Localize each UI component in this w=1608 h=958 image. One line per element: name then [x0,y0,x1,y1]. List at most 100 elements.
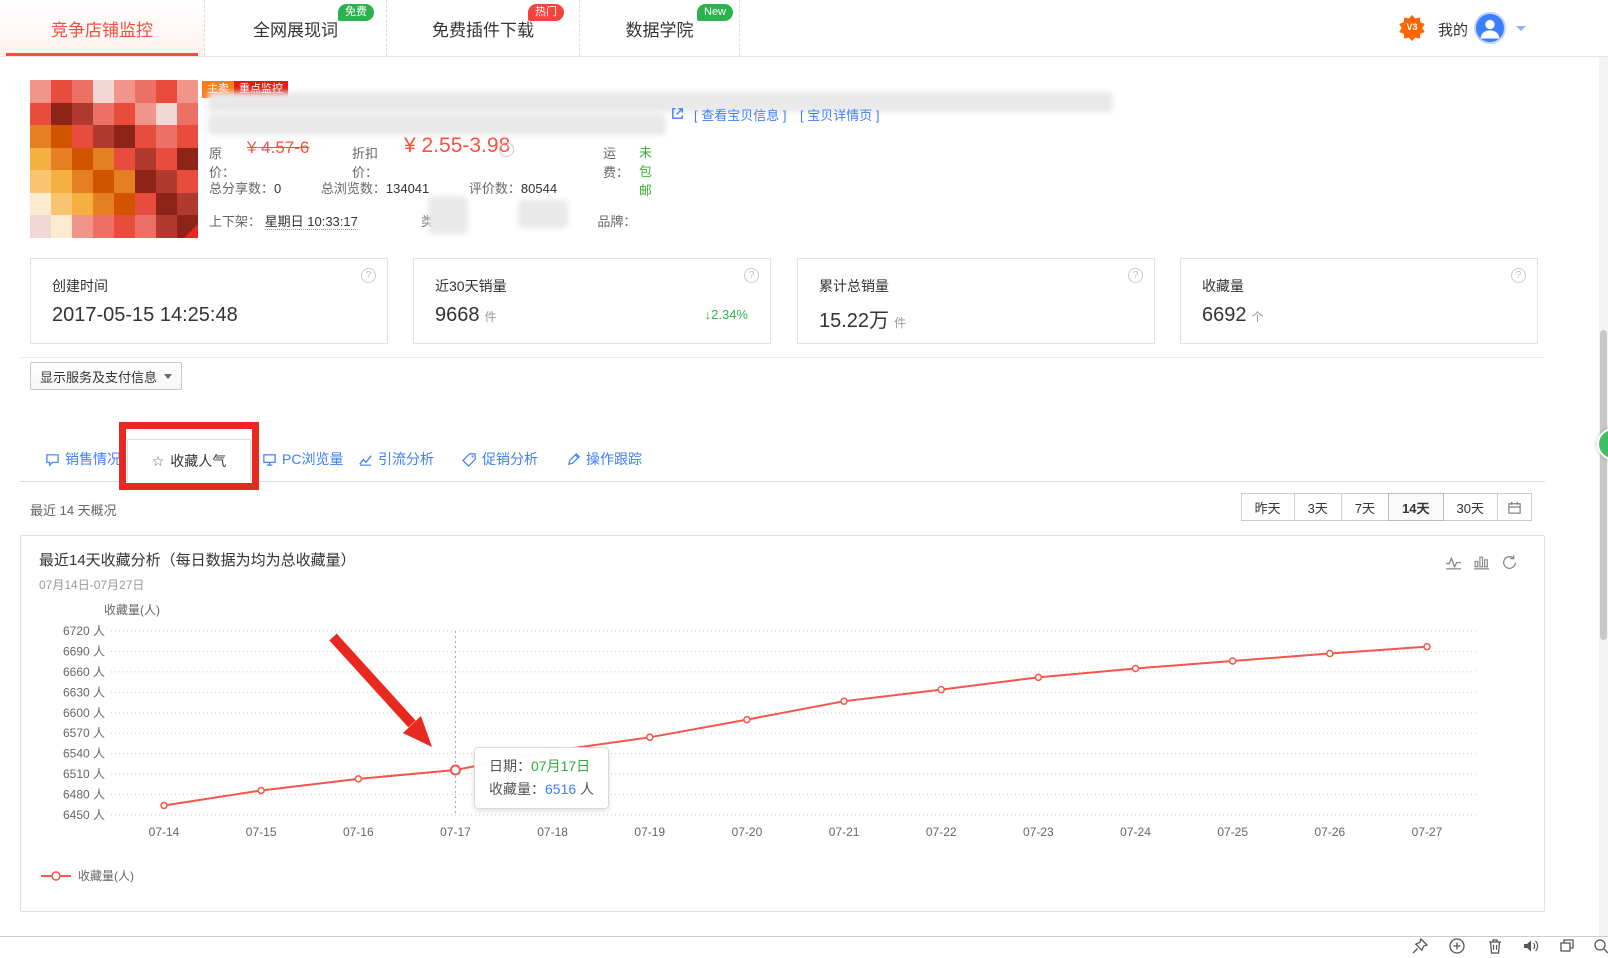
tab-favorite-popularity[interactable]: ☆ 收藏人气 [127,439,251,482]
nav-tab-label: 免费插件下载 [432,20,534,40]
user-avatar[interactable] [1474,12,1506,44]
search-icon[interactable] [1592,937,1608,955]
card-value: 15.22万 [819,310,890,332]
card-title: 近30天销量 [435,278,507,294]
card-title: 累计总销量 [819,278,889,294]
view-count-value: 134041 [385,181,430,196]
range-3day[interactable]: 3天 [1293,493,1342,521]
view-item-info-link[interactable]: [ 查看宝贝信息 ] [694,105,786,124]
external-link-icon[interactable] [670,106,685,126]
nav-tab-label: 全网展现词 [253,20,338,40]
date-range-group: 昨天 3天 7天 14天 30天 [1240,493,1532,521]
blurred-brand-value [518,200,568,228]
chart-tooltip: 日期：07月17日 收藏量：6516 人 [474,747,610,809]
share-count-label: 总分享数： [209,181,275,196]
svg-text:6510 人: 6510 人 [63,767,105,781]
vip-level-text: V3 [1406,22,1418,32]
svg-text:07-16: 07-16 [343,825,374,839]
product-stats-row: 总分享数：0 总浏览数：134041 评价数：80544 [209,178,557,197]
annotate-icon[interactable] [1448,937,1466,955]
shelf-row: 上下架： 星期日 10:33:17 类目： 品牌： [209,211,636,230]
brand-label: 品牌： [597,214,637,229]
svg-text:07-14: 07-14 [149,825,180,839]
svg-text:6690 人: 6690 人 [63,644,105,658]
tab-traffic-analysis[interactable]: 引流分析 [358,449,434,469]
star-icon: ☆ [151,452,165,469]
range-30day[interactable]: 30天 [1442,493,1498,521]
tab-label: 收藏人气 [170,453,227,469]
svg-text:6600 人: 6600 人 [63,706,105,720]
discount-price-label: 折扣价： [352,146,379,180]
review-count-value: 80544 [520,181,558,196]
my-account-link[interactable]: 我的 [1438,19,1468,40]
nav-tab-label: 数据学院 [625,20,694,40]
help-icon[interactable]: ? [1128,268,1143,283]
range-7day[interactable]: 7天 [1340,493,1390,521]
svg-text:07-27: 07-27 [1412,825,1443,839]
discount-price-value: ¥ 2.55-3.98 [404,134,511,157]
tag-icon [462,452,476,467]
card-30day-sales: 近30天销量 9668 件 ↓2.34% ? [413,258,771,344]
svg-text:07-26: 07-26 [1314,825,1345,839]
product-image[interactable] [30,80,198,238]
card-value: 9668 [435,304,480,326]
pin-icon[interactable] [1411,937,1429,955]
share-count-value: 0 [274,181,282,196]
tab-operation-tracking[interactable]: 操作跟踪 [566,449,642,469]
range-14day[interactable]: 14天 [1388,493,1444,521]
legend-marker-icon [41,870,71,881]
sales-delta-down: ↓2.34% [704,307,748,322]
range-label: 3天 [1307,500,1328,516]
item-detail-page-link[interactable]: [ 宝贝详情页 ] [800,105,879,124]
favorites-chart-panel: 最近14天收藏分析（每日数据为均为总收藏量） 07月14日-07月27日 收藏量… [20,535,1545,912]
svg-text:07-22: 07-22 [926,825,957,839]
help-icon[interactable]: ? [361,268,376,283]
chat-icon [46,453,59,467]
svg-text:6660 人: 6660 人 [63,665,105,679]
svg-text:6480 人: 6480 人 [63,788,105,802]
original-price-label: 原价： [209,146,236,180]
nav-tab-shop-monitor[interactable]: 竞争店铺监控 [0,0,204,56]
range-yesterday[interactable]: 昨天 [1240,493,1295,521]
card-unit: 件 [894,316,907,330]
help-icon[interactable]: ? [499,142,514,157]
svg-text:6450 人: 6450 人 [63,808,105,822]
tab-pc-views[interactable]: PC浏览量 [262,449,343,469]
freight-label: 运费： [603,146,630,180]
svg-text:收藏量(人): 收藏量(人) [104,603,160,617]
speaker-icon[interactable] [1521,937,1539,955]
svg-text:07-20: 07-20 [732,825,763,839]
tooltip-count-label: 收藏量： [489,781,545,797]
badge-new: New [697,4,734,21]
window-restore-icon[interactable] [1558,937,1576,955]
scrollbar-thumb[interactable] [1600,330,1607,640]
trash-icon[interactable] [1486,937,1504,955]
chevron-down-icon [164,373,172,383]
svg-text:07-23: 07-23 [1023,825,1054,839]
vip-level-icon[interactable]: V3 [1398,14,1426,42]
svg-text:6630 人: 6630 人 [63,685,105,699]
view-count-label: 总浏览数： [320,181,386,196]
tab-sales-status[interactable]: 销售情况 [45,449,121,469]
card-title: 收藏量 [1202,278,1244,294]
card-value: 6692 [1202,304,1247,326]
tooltip-count-value: 6516 [545,781,577,797]
line-chart[interactable]: 收藏量(人) 6450 人 6480 人 6510 人 6540 人 6570 人 6600… [21,536,1546,913]
nav-tab-label: 竞争店铺监控 [51,20,153,40]
badge-free: 免费 [338,4,374,21]
image-corner-mark [184,224,198,238]
trend-chart-icon [359,454,372,466]
tab-promotion-analysis[interactable]: 促销分析 [462,449,538,469]
chart-legend[interactable]: 收藏量(人) [41,867,134,884]
show-service-payment-button[interactable]: 显示服务及支付信息 [30,362,182,390]
blurred-product-title-line1 [208,92,1113,112]
tooltip-date-value: 07月17日 [531,758,591,774]
shelf-time-value[interactable]: 星期日 10:33:17 [264,214,358,230]
review-count-label: 评价数： [468,181,521,196]
help-icon[interactable]: ? [1511,268,1526,283]
calendar-button[interactable] [1497,493,1532,521]
svg-text:6570 人: 6570 人 [63,726,105,740]
svg-text:07-19: 07-19 [634,825,665,839]
help-icon[interactable]: ? [744,268,759,283]
account-dropdown-caret[interactable] [1516,26,1526,36]
